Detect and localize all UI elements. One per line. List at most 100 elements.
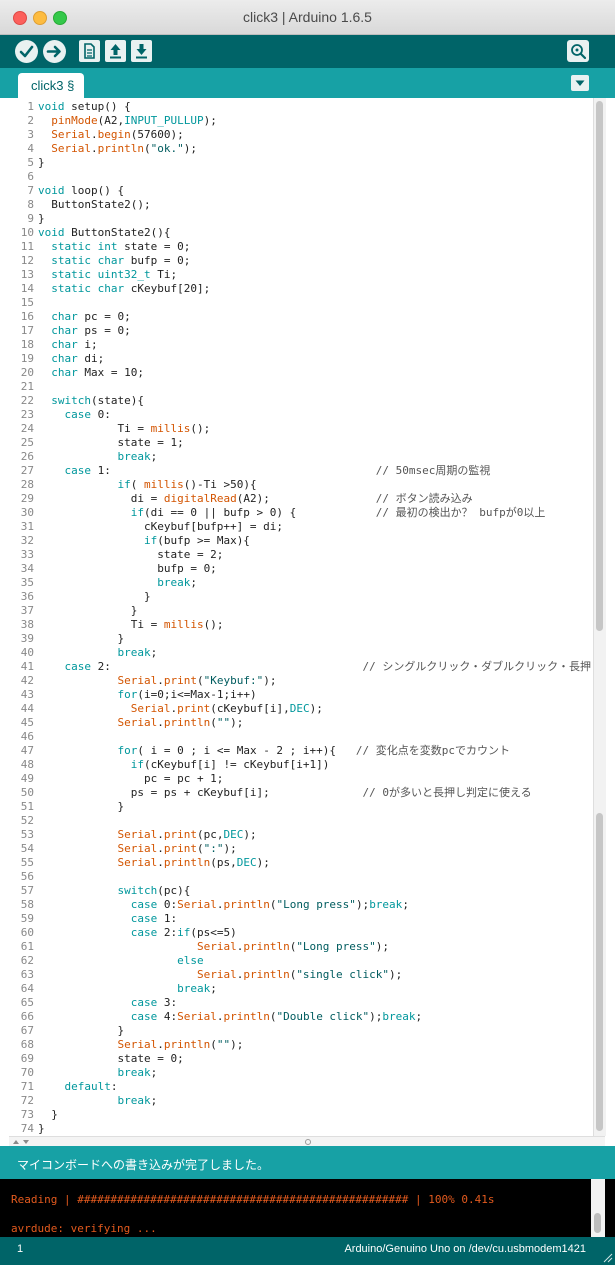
line-number: 67 — [20, 1024, 34, 1037]
code-text[interactable]: } — [38, 800, 124, 814]
code-text[interactable]: Ti = millis(); — [38, 422, 210, 436]
code-text[interactable]: } — [38, 212, 45, 226]
code-text[interactable]: case 3: — [38, 996, 177, 1010]
code-text[interactable]: } — [38, 1122, 45, 1136]
code-text[interactable]: state = 2; — [38, 548, 223, 562]
code-text[interactable]: static int state = 0; — [38, 240, 190, 254]
code-text[interactable]: state = 1; — [38, 436, 183, 450]
code-text[interactable]: if( millis()-Ti >50){ — [38, 478, 256, 492]
code-text[interactable]: case 2:if(ps<=5) — [38, 926, 237, 940]
code-text[interactable]: pinMode(A2,INPUT_PULLUP); — [38, 114, 217, 128]
code-text[interactable]: Serial.print(pc,DEC); — [38, 828, 256, 842]
line-number: 26 — [20, 450, 34, 463]
code-text[interactable]: if(bufp >= Max){ — [38, 534, 250, 548]
code-text[interactable]: for( i = 0 ; i <= Max - 2 ; i++){ // 変化点… — [38, 744, 510, 758]
open-sketch-button[interactable] — [105, 40, 126, 62]
line-number: 50 — [20, 786, 34, 799]
tab-click3[interactable]: click3 § — [18, 73, 84, 98]
code-text[interactable]: Serial.begin(57600); — [38, 128, 183, 142]
code-text[interactable]: Serial.println("ok."); — [38, 142, 197, 156]
code-text[interactable]: case 2: // シングルクリック・ダブルクリック・長押し判定 — [38, 660, 592, 674]
code-text[interactable]: default: — [38, 1080, 118, 1094]
line-number: 37 — [20, 604, 34, 617]
code-text[interactable]: case 0: — [38, 408, 111, 422]
code-text[interactable]: else — [38, 954, 204, 968]
scroll-thumb[interactable] — [596, 101, 603, 631]
code-editor[interactable]: 1 void setup() {2 pinMode(A2,INPUT_PULLUP… — [9, 98, 591, 1136]
verify-button[interactable] — [15, 40, 38, 63]
line-number: 35 — [20, 576, 34, 589]
code-text[interactable]: void loop() { — [38, 184, 124, 198]
line-number: 29 — [20, 492, 34, 505]
code-text[interactable]: } — [38, 590, 151, 604]
code-text[interactable]: if(di == 0 || bufp > 0) { // 最初の検出か？ buf… — [38, 506, 546, 520]
code-text[interactable]: void setup() { — [38, 100, 131, 114]
title-bar: click3 | Arduino 1.6.5 — [0, 0, 615, 35]
code-text[interactable]: break; — [38, 1094, 157, 1108]
code-text[interactable]: static char cKeybuf[20]; — [38, 282, 210, 296]
line-number: 44 — [20, 702, 34, 715]
code-text[interactable]: break; — [38, 1066, 157, 1080]
code-text[interactable]: char di; — [38, 352, 104, 366]
code-text[interactable]: } — [38, 1108, 58, 1122]
code-text[interactable]: case 0:Serial.println("Long press");brea… — [38, 898, 409, 912]
code-text[interactable]: char Max = 10; — [38, 366, 144, 380]
line-number: 46 — [20, 730, 34, 743]
code-text[interactable]: case 1: // 50msec周期の監視 — [38, 464, 491, 478]
line-indicator: 1 — [17, 1243, 24, 1255]
code-text[interactable]: ps = ps + cKeybuf[i]; // 0が多いと長押し判定に使える — [38, 786, 532, 800]
code-text[interactable]: } — [38, 632, 124, 646]
code-text[interactable]: Serial.println(""); — [38, 716, 243, 730]
code-text[interactable]: break; — [38, 646, 157, 660]
line-number: 4 — [27, 142, 34, 155]
code-text[interactable]: Serial.println("single click"); — [38, 968, 402, 982]
console-scroll-thumb[interactable] — [594, 1213, 601, 1233]
code-text[interactable]: static char bufp = 0; — [38, 254, 190, 268]
resize-grip-icon[interactable] — [601, 1251, 613, 1263]
code-text[interactable]: pc = pc + 1; — [38, 772, 223, 786]
code-text[interactable]: char i; — [38, 338, 97, 352]
line-number: 12 — [20, 254, 34, 267]
code-text[interactable]: } — [38, 1024, 124, 1038]
code-text[interactable]: Serial.println("Long press"); — [38, 940, 389, 954]
code-text[interactable]: break; — [38, 576, 197, 590]
new-sketch-button[interactable] — [79, 40, 100, 62]
code-text[interactable]: void ButtonState2(){ — [38, 226, 170, 240]
code-text[interactable]: break; — [38, 982, 217, 996]
code-text[interactable]: Serial.println(""); — [38, 1038, 243, 1052]
code-text[interactable]: break; — [38, 450, 157, 464]
code-text[interactable]: for(i=0;i<=Max-1;i++) — [38, 688, 256, 702]
code-text[interactable]: di = digitalRead(A2); // ボタン読み込み — [38, 492, 473, 506]
serial-monitor-button[interactable] — [567, 40, 589, 62]
code-text[interactable]: Ti = millis(); — [38, 618, 224, 632]
line-number: 25 — [20, 436, 34, 449]
code-text[interactable]: } — [38, 156, 45, 170]
arduino-ide-window: click3 | Arduino 1.6.5 click3 § 1 void s… — [0, 0, 615, 1265]
code-text[interactable]: case 1: — [38, 912, 177, 926]
editor-vertical-scrollbar[interactable] — [593, 98, 606, 1136]
code-text[interactable]: Serial.println(ps,DEC); — [38, 856, 269, 870]
code-text[interactable]: Serial.print(cKeybuf[i],DEC); — [38, 702, 323, 716]
code-text[interactable]: switch(pc){ — [38, 884, 190, 898]
code-text[interactable]: cKeybuf[bufp++] = di; — [38, 520, 283, 534]
code-text[interactable]: Serial.print(":"); — [38, 842, 236, 856]
code-text[interactable]: static uint32_t Ti; — [38, 268, 177, 282]
code-text[interactable]: Serial.print("Keybuf:"); — [38, 674, 276, 688]
line-number: 1 — [27, 100, 34, 113]
code-text[interactable]: state = 0; — [38, 1052, 183, 1066]
tab-menu-button[interactable] — [571, 75, 589, 91]
code-text[interactable]: char ps = 0; — [38, 324, 130, 338]
code-text[interactable]: case 4:Serial.println("Double click");br… — [38, 1010, 422, 1024]
code-text[interactable]: bufp = 0; — [38, 562, 217, 576]
upload-button[interactable] — [43, 40, 66, 63]
save-sketch-button[interactable] — [131, 40, 152, 62]
code-text[interactable]: switch(state){ — [38, 394, 144, 408]
console-scrollbar[interactable] — [591, 1179, 605, 1237]
code-text[interactable]: } — [38, 604, 138, 618]
line-number: 23 — [20, 408, 34, 421]
code-text[interactable]: char pc = 0; — [38, 310, 130, 324]
code-text[interactable]: ButtonState2(); — [38, 198, 150, 212]
code-text[interactable]: if(cKeybuf[i] != cKeybuf[i+1]) — [38, 758, 330, 772]
line-number: 68 — [20, 1038, 34, 1051]
scroll-thumb-lower[interactable] — [596, 813, 603, 1131]
